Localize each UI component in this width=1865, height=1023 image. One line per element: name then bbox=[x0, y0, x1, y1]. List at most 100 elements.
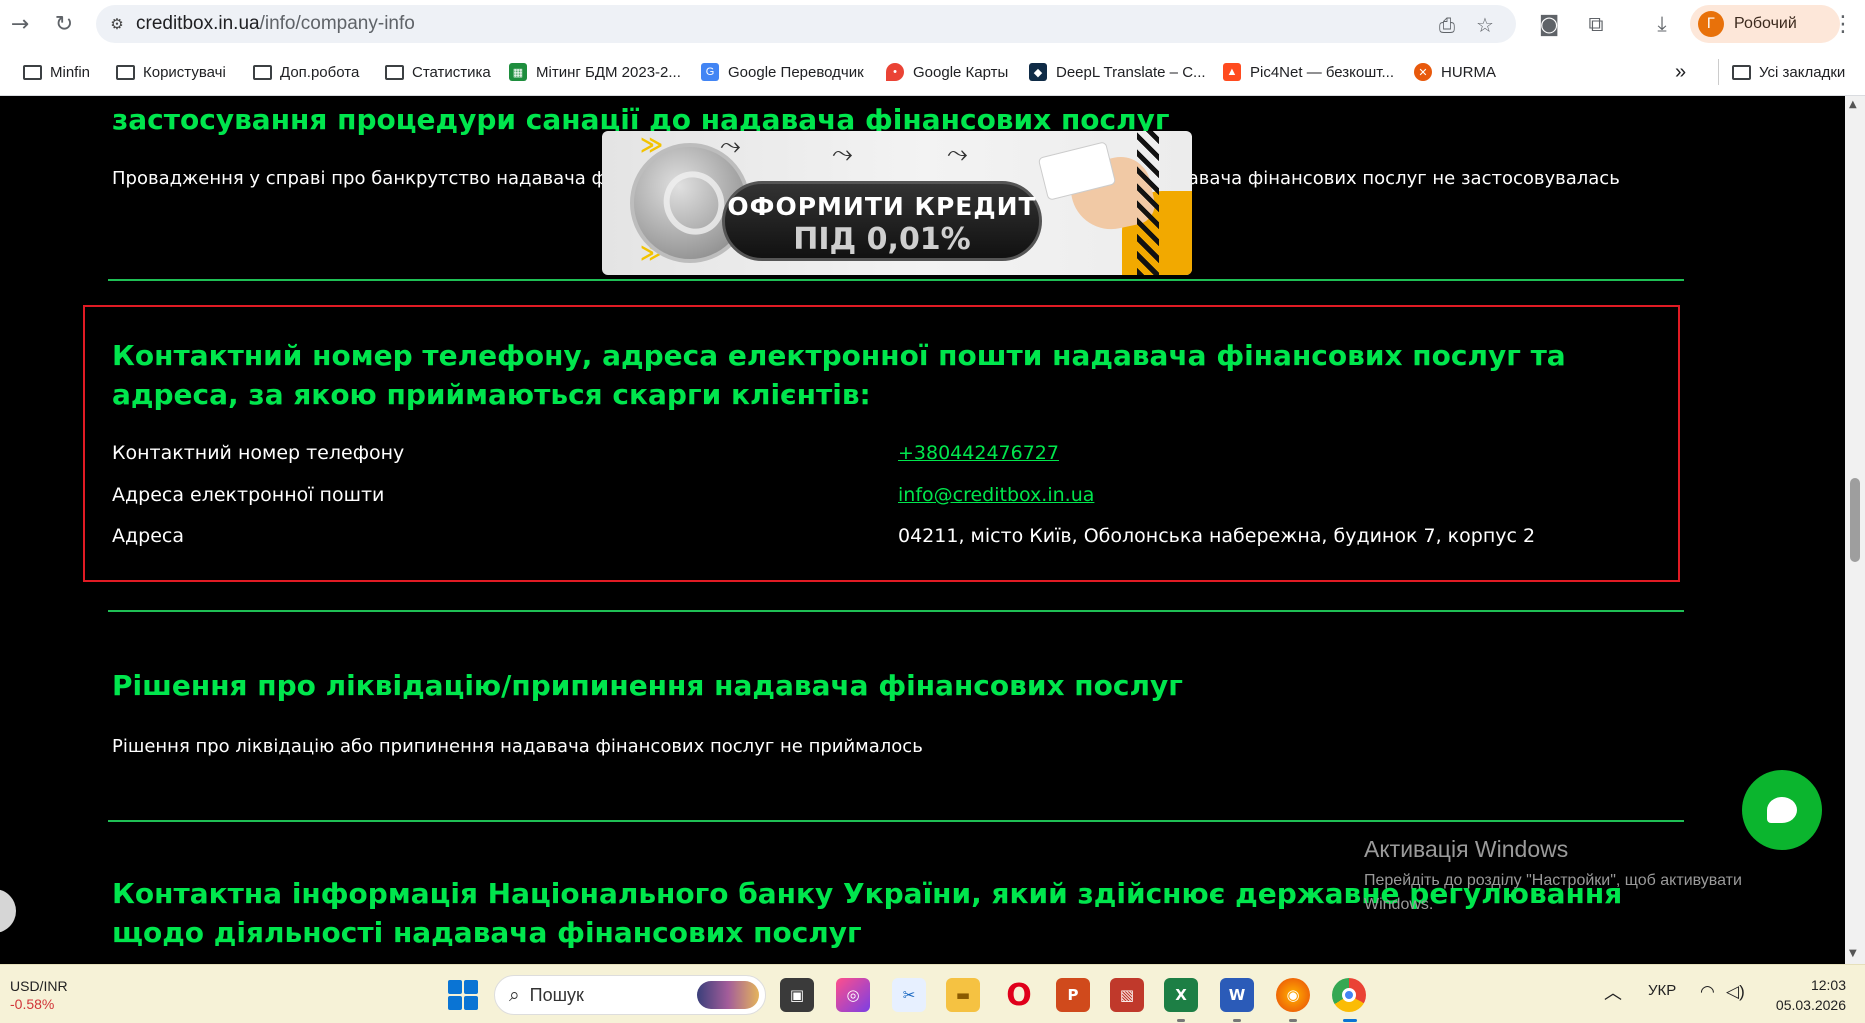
bookmark-label: Google Переводчик bbox=[728, 63, 864, 81]
email-link[interactable]: info@creditbox.in.ua bbox=[898, 481, 1094, 509]
bookmark-label: Користувачі bbox=[143, 63, 226, 81]
scroll-down-icon[interactable]: ▼ bbox=[1849, 948, 1857, 959]
bookmark-pic4net[interactable]: ▲ Pic4Net — безкошт... bbox=[1222, 59, 1394, 85]
snipping-tool-icon[interactable]: ✂ bbox=[892, 978, 926, 1012]
folder-icon bbox=[1731, 62, 1751, 82]
bookmark-deepl[interactable]: ◆ DeepL Translate – C... bbox=[1028, 59, 1206, 85]
address-value: 04211, місто Київ, Оболонська набережна,… bbox=[898, 525, 1536, 547]
all-bookmarks-button[interactable]: Усі закладки bbox=[1718, 59, 1845, 85]
map-pin-icon: • bbox=[885, 62, 905, 82]
folder-icon bbox=[384, 62, 404, 82]
wifi-icon[interactable]: ◠ bbox=[1700, 982, 1715, 1002]
arrow-icon: ⤳ bbox=[947, 139, 968, 169]
tray-overflow-icon[interactable]: ︿ bbox=[1604, 979, 1622, 1005]
divider bbox=[108, 820, 1684, 822]
bookmark-label: Мітинг БДМ 2023-2... bbox=[536, 63, 681, 81]
clock-date: 05.03.2026 bbox=[1775, 997, 1846, 1013]
bookmarks-bar: Minfin Користувачі Доп.робота Статистика… bbox=[0, 48, 1865, 96]
url-host: creditbox.in.ua bbox=[136, 13, 260, 34]
reload-icon[interactable]: ↻ bbox=[44, 4, 84, 44]
forward-icon[interactable]: → bbox=[0, 4, 40, 44]
clock-time: 12:03 bbox=[1810, 977, 1846, 993]
running-indicator bbox=[1177, 1019, 1185, 1022]
url-path: /info/company-info bbox=[259, 13, 415, 34]
url-text[interactable]: creditbox.in.ua/info/company-info bbox=[136, 13, 415, 35]
bookmark-label: Статистика bbox=[412, 63, 491, 81]
opera-icon[interactable]: O bbox=[1002, 978, 1036, 1013]
bookmark-minfin[interactable]: Minfin bbox=[22, 59, 90, 85]
system-clock[interactable]: 12:03 05.03.2026 bbox=[1760, 975, 1846, 1015]
windows-taskbar: USD/INR -0.58% ⌕ Пошук ▣ ◎ ✂ ▬ O P ▧ X W… bbox=[0, 964, 1865, 1023]
bookmark-extra-work[interactable]: Доп.робота bbox=[252, 59, 359, 85]
deepl-icon: ◆ bbox=[1028, 62, 1048, 82]
contacts-heading: Контактний номер телефону, адреса електр… bbox=[112, 339, 1566, 411]
bookmark-users[interactable]: Користувачі bbox=[115, 59, 226, 85]
phone-label: Контактний номер телефону bbox=[112, 442, 405, 464]
bookmark-label: HURMA bbox=[1441, 63, 1496, 81]
search-icon: ⌕ bbox=[509, 984, 520, 1006]
excel-icon[interactable]: X bbox=[1164, 978, 1198, 1012]
banner-line1: ОФОРМИТИ КРЕДИТ bbox=[727, 192, 1037, 221]
phone-link[interactable]: +380442476727 bbox=[898, 439, 1059, 467]
language-indicator[interactable]: УКР bbox=[1648, 982, 1676, 999]
profile-name: Робочий bbox=[1734, 15, 1797, 32]
stock-widget[interactable]: USD/INR -0.58% bbox=[10, 977, 68, 1013]
screenshot-icon[interactable]: ◙ bbox=[1535, 10, 1563, 38]
all-bookmarks-label: Усі закладки bbox=[1759, 63, 1846, 81]
bookmark-meeting[interactable]: ▦ Мітинг БДМ 2023-2... bbox=[508, 59, 681, 85]
file-explorer-icon[interactable]: ▬ bbox=[946, 978, 980, 1012]
chat-bubble-icon bbox=[1767, 797, 1797, 823]
bookmarks-overflow-button[interactable]: » bbox=[1675, 59, 1686, 85]
bookmark-label: Доп.робота bbox=[280, 63, 360, 81]
volume-icon[interactable]: ◁) bbox=[1726, 982, 1745, 1002]
powerpoint-icon[interactable]: P bbox=[1056, 978, 1090, 1012]
bookmark-google-maps[interactable]: • Google Карты bbox=[885, 59, 1008, 85]
install-app-icon[interactable]: ⎙ bbox=[1434, 12, 1460, 38]
folder-icon bbox=[252, 62, 272, 82]
search-highlight-icon bbox=[697, 981, 759, 1009]
bookmark-google-translate[interactable]: G Google Переводчик bbox=[700, 59, 864, 85]
download-icon[interactable]: ⤓ bbox=[1648, 10, 1676, 38]
menu-kebab-icon[interactable]: ⋮ bbox=[1828, 10, 1858, 38]
active-indicator bbox=[1343, 1019, 1357, 1022]
ornament-graphic bbox=[1137, 131, 1159, 275]
chrome-icon[interactable] bbox=[1332, 978, 1366, 1012]
address-bar[interactable]: ⚙ creditbox.in.ua/info/company-info ⎙ ☆ bbox=[96, 5, 1516, 43]
liquidation-text: Рішення про ліквідацію або припинення на… bbox=[112, 736, 923, 757]
profile-button[interactable]: Г Робочий bbox=[1690, 5, 1840, 43]
search-placeholder: Пошук bbox=[529, 984, 584, 1005]
credit-ad-banner[interactable]: ≫ ≫ ⤳ ⤳ ⤳ ОФОРМИТИ КРЕДИТ ПІД 0,01% bbox=[602, 131, 1192, 275]
page-scrollbar[interactable]: ▲ ▼ bbox=[1845, 96, 1865, 964]
bookmark-star-icon[interactable]: ☆ bbox=[1472, 12, 1498, 38]
extensions-icon[interactable]: ⧉ bbox=[1582, 10, 1610, 38]
liquidation-heading: Рішення про ліквідацію/припинення надава… bbox=[112, 669, 1183, 702]
running-indicator bbox=[1289, 1019, 1297, 1022]
bookmark-label: Minfin bbox=[50, 63, 91, 81]
image-editor-icon[interactable]: ▧ bbox=[1110, 978, 1144, 1012]
pic4net-icon: ▲ bbox=[1222, 62, 1242, 82]
firefox-icon[interactable]: ◉ bbox=[1276, 978, 1310, 1012]
side-widget-button[interactable] bbox=[0, 889, 16, 933]
bookmark-label: DeepL Translate – C... bbox=[1056, 63, 1206, 81]
word-icon[interactable]: W bbox=[1220, 978, 1254, 1012]
divider bbox=[108, 610, 1684, 612]
folder-icon bbox=[22, 62, 42, 82]
task-view-icon[interactable]: ▣ bbox=[780, 978, 814, 1012]
avatar: Г bbox=[1698, 11, 1724, 37]
windows-activation-watermark: Активація Windows Перейдіть до розділу "… bbox=[1364, 836, 1794, 917]
scrollbar-thumb[interactable] bbox=[1850, 478, 1860, 562]
scroll-up-icon[interactable]: ▲ bbox=[1849, 99, 1857, 110]
stock-change: -0.58% bbox=[10, 996, 55, 1012]
creative-cloud-icon[interactable]: ◎ bbox=[836, 978, 870, 1012]
arrow-icon: ⤳ bbox=[832, 139, 853, 169]
sheets-icon: ▦ bbox=[508, 62, 528, 82]
translate-icon: G bbox=[700, 62, 720, 82]
folder-icon bbox=[115, 62, 135, 82]
site-info-icon[interactable]: ⚙ bbox=[102, 9, 132, 39]
stock-name: USD/INR bbox=[10, 978, 68, 994]
taskbar-search[interactable]: ⌕ Пошук bbox=[494, 975, 766, 1015]
bookmark-statistics[interactable]: Статистика bbox=[384, 59, 491, 85]
bookmark-hurma[interactable]: ✕ HURMA bbox=[1413, 59, 1496, 85]
activation-title: Активація Windows bbox=[1364, 836, 1569, 862]
start-windows-icon[interactable] bbox=[448, 980, 478, 1010]
